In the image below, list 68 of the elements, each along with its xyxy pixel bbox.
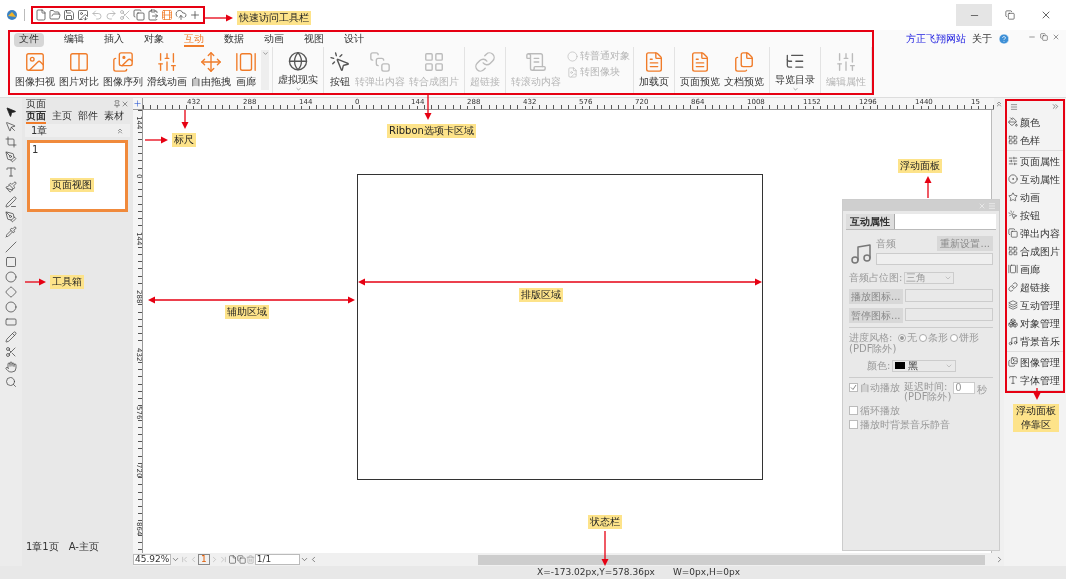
dock-item[interactable]: 页面属性 [1007, 152, 1063, 170]
panel-tab[interactable]: 互动属性 [846, 214, 895, 229]
panel-title: 页面 [26, 99, 46, 109]
field-label: 进度风格: [849, 332, 894, 343]
panel-tab[interactable]: 部件 [78, 110, 98, 124]
page-info: 1章1页 [26, 540, 59, 554]
ribbon-button[interactable]: 图像序列 [101, 47, 145, 93]
status-text: X=-173.02px,Y=578.36px [537, 565, 655, 579]
dock-item[interactable]: 弹出内容 [1007, 224, 1063, 242]
dock-item[interactable]: 动画 [1007, 188, 1063, 206]
callout-label: 页面视图 [50, 178, 94, 192]
dock-item[interactable]: 画廊 [1007, 260, 1063, 278]
callout-label: 辅助区域 [225, 305, 269, 319]
ribbon-tab[interactable]: 数据 [224, 32, 244, 47]
field-label: 延迟时间: [904, 382, 948, 392]
ribbon-tab[interactable]: 动画 [264, 32, 284, 47]
dock-item[interactable]: 字体管理 [1007, 371, 1063, 389]
callout-label: 排版区域 [519, 288, 563, 302]
callout-label: 工具箱 [50, 275, 84, 289]
dock-item[interactable]: 互动属性 [1007, 170, 1063, 188]
callout-label: 浮动面板 [898, 159, 942, 173]
ribbon-tab[interactable]: 编辑 [64, 32, 84, 47]
dock-item[interactable]: 图像管理 [1007, 353, 1063, 371]
ribbon-button[interactable]: 图像扫视 [13, 47, 57, 93]
zoom-field[interactable]: 45.92% [133, 554, 171, 565]
about-label[interactable]: 关于 [972, 33, 992, 45]
unit-label: 秒 [977, 383, 988, 397]
field-label: 音频占位图: [849, 271, 903, 285]
dock-item[interactable]: 按钮 [1007, 206, 1063, 224]
ribbon-button[interactable]: 按钮 [327, 47, 353, 93]
ribbon-button[interactable]: 文档预览 [722, 47, 766, 93]
panel-tab[interactable]: 主页 [52, 110, 72, 124]
ribbon-button[interactable]: 虚拟现实 [276, 47, 320, 93]
status-text: W=0px,H=0px [672, 565, 741, 579]
dock-item[interactable]: 合成图片 [1007, 242, 1063, 260]
field-label: 音频 [876, 237, 896, 251]
ribbon-tab[interactable]: 视图 [304, 32, 324, 47]
dock-item[interactable]: 背景音乐 [1007, 332, 1063, 350]
callout-label: 浮动面板停靠区 [1013, 404, 1059, 432]
ribbon-tab[interactable]: 插入 [104, 32, 124, 47]
callout-label: Ribbon选项卡区域 [387, 124, 476, 138]
field-label: 颜色: [867, 359, 891, 373]
ribbon-button[interactable]: 页面预览 [678, 47, 722, 93]
ribbon-button[interactable]: 滑线动画 [145, 47, 189, 93]
color-select[interactable]: 黑 [892, 359, 957, 372]
ribbon-button[interactable]: 自由拖拽 [189, 47, 233, 93]
callout-label: 标尺 [172, 133, 196, 147]
chapter-header[interactable]: 1章 [25, 124, 130, 137]
panel-tab[interactable]: 素材 [104, 110, 124, 124]
dock-item[interactable]: 色样 [1007, 131, 1063, 149]
page-count-field[interactable]: 1/1 [254, 554, 300, 565]
dock-item[interactable]: 超链接 [1007, 278, 1063, 296]
dock-item[interactable]: 颜色 [1007, 113, 1063, 131]
dock-item[interactable]: 互动管理 [1007, 296, 1063, 314]
dock-item[interactable]: 对象管理 [1007, 314, 1063, 332]
ribbon-button[interactable]: 加载页 [637, 47, 671, 93]
callout-label: 快速访问工具栏 [237, 11, 311, 25]
ribbon-tab[interactable]: 对象 [144, 32, 164, 47]
page-info: A-主页 [68, 540, 99, 554]
file-menu-button[interactable]: 文件 [14, 32, 44, 47]
field-note: (PDF除外) [904, 392, 952, 402]
ribbon-button[interactable]: 画廊 [233, 47, 259, 93]
callout-label: 状态栏 [588, 515, 622, 529]
ribbon-button[interactable]: 图片对比 [57, 47, 101, 93]
ribbon-button[interactable]: 导览目录 [773, 47, 817, 93]
field-note: (PDF除外) [849, 343, 897, 354]
ribbon-tab[interactable]: 设计 [344, 32, 364, 47]
website-link[interactable]: 方正飞翔网站 [906, 33, 966, 45]
